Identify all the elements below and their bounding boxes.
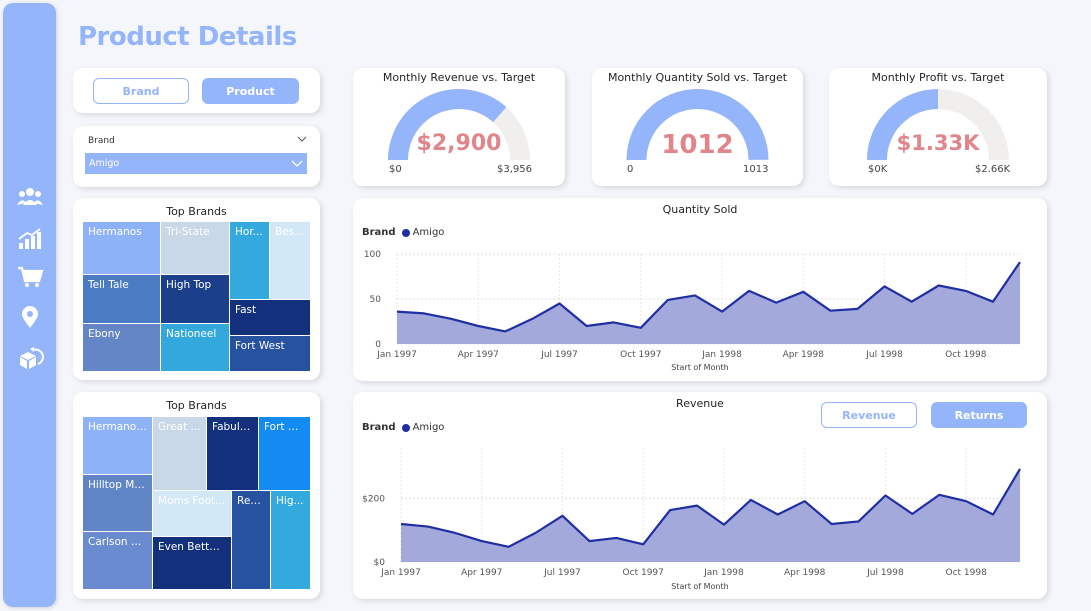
treemap-title: Top Brands [166,399,227,412]
revenue-chart-card: Revenue Revenue Returns Brand Amigo $0 $2… [353,392,1047,599]
x-tick-label: Apr 1998 [784,568,826,578]
x-tick-label: Oct 1998 [945,350,987,360]
treemap-tile[interactable]: Carlson H... [83,532,152,589]
top-brands-treemap-2: Top Brands Hermanos... Great ... Fabulo.… [73,392,320,599]
treemap-title: Top Brands [166,205,227,218]
treemap-tile[interactable]: Hig... [271,491,310,589]
revenue-chart: $0 $200 Jan 1997 Apr 1997 Jul 1997 Oct 1997 Ja… [362,448,1021,578]
top-brands-treemap-1: Top Brands Hermanos Tri-State Hor... Bes… [73,198,320,380]
gauge-max-label: $2.66K [975,164,1011,175]
profit-gauge-card: Monthly Profit vs. Target $1.33K $0K $2.… [829,68,1047,186]
treemap-tile[interactable]: Fast [230,300,310,335]
page-title: Product Details [78,22,297,52]
treemap-tile[interactable]: Moms Foot... [153,491,231,536]
gauge-value: $2,900 [416,131,502,156]
brand-slicer: Brand Amigo [73,126,320,187]
x-tick-label: Jul 1998 [865,350,903,360]
treemap-tile[interactable]: Fort West [230,336,310,371]
x-tick-label: Jul 1997 [543,568,581,578]
treemap-tile[interactable]: Fort W... [259,417,310,490]
x-axis-title: Start of Month [671,582,729,591]
treemap-tile[interactable]: Hermanos [83,222,160,274]
profit-gauge [867,89,1009,160]
revenue-gauge-card: Monthly Revenue vs. Target $2,900 $0 $3,… [353,68,565,186]
quantity-sold-chart-card: Quantity Sold Brand Amigo 0 50 100 Jan 1997… [353,198,1047,381]
y-tick-label: 50 [370,295,382,305]
treemap-tile[interactable]: Ebony [83,324,160,371]
gauge-max-label: 1013 [743,164,769,175]
x-tick-label: Oct 1998 [946,568,988,578]
brand-product-toggle: Brand Product [73,68,320,113]
quantity-sold-chart: 0 50 100 Jan 1997 Apr 1997 Jul 1997 Oct 1997 Ja… [364,250,1021,360]
slicer-dropdown[interactable]: Amigo [85,153,307,174]
users-icon[interactable] [16,185,44,209]
returns-box-icon[interactable] [16,346,44,370]
x-tick-label: Oct 1997 [620,350,661,360]
treemap-tile[interactable]: Red... [232,491,270,589]
slicer-label: Brand [88,136,115,146]
quantity-gauge [626,88,769,160]
growth-chart-icon[interactable] [16,227,44,251]
x-axis-title: Start of Month [671,363,729,372]
x-tick-label: Apr 1998 [783,350,825,360]
treemap-tile[interactable]: Best... [270,222,310,299]
treemap-tile[interactable]: Fabulo... [207,417,258,490]
x-tick-label: Jul 1997 [540,350,578,360]
treemap-tile[interactable]: Hor... [230,222,269,299]
sidebar [3,3,56,607]
dropdown-chevron-icon [291,160,303,167]
gauge-min-label: 0 [627,164,634,175]
x-tick-label: Jan 1997 [376,350,417,360]
quantity-gauge-card: Monthly Quantity Sold vs. Target 1012 0 … [592,68,803,186]
treemap-tile[interactable]: Great ... [153,417,206,490]
location-pin-icon[interactable] [16,305,44,329]
treemap-tile[interactable]: Nationeel [161,324,229,371]
gauge-min-label: $0K [868,164,888,175]
x-tick-label: Jan 1998 [703,568,744,578]
gauge-max-label: $3,956 [497,164,532,175]
slicer-selected-value: Amigo [89,158,120,169]
y-tick-label: $0 [374,558,386,568]
treemap-tile[interactable]: Hermanos... [83,417,152,474]
x-tick-label: Jul 1998 [866,568,904,578]
gauge-min-label: $0 [389,164,402,175]
chevron-down-icon[interactable] [297,135,307,143]
brand-button[interactable]: Brand [93,78,189,104]
y-tick-label: 0 [375,340,381,350]
shopping-cart-icon[interactable] [16,265,44,289]
y-tick-label: $200 [362,495,385,505]
gauge-value: $1.33K [896,131,980,155]
x-tick-label: Jan 1998 [701,350,742,360]
treemap-tile[interactable]: Tell Tale [83,275,160,323]
treemap-tile[interactable]: High Top [161,275,229,323]
x-tick-label: Jan 1997 [380,568,421,578]
x-tick-label: Apr 1997 [458,350,499,360]
y-tick-label: 100 [364,250,381,260]
treemap-tile[interactable]: Hilltop Mi... [83,475,152,531]
revenue-gauge [388,89,530,160]
x-tick-label: Oct 1997 [623,568,664,578]
treemap-tile[interactable]: Even Better ... [153,537,231,589]
x-tick-label: Apr 1997 [461,568,502,578]
product-button[interactable]: Product [202,78,299,104]
gauge-value: 1012 [661,130,734,160]
treemap-tile[interactable]: Tri-State [161,222,229,274]
